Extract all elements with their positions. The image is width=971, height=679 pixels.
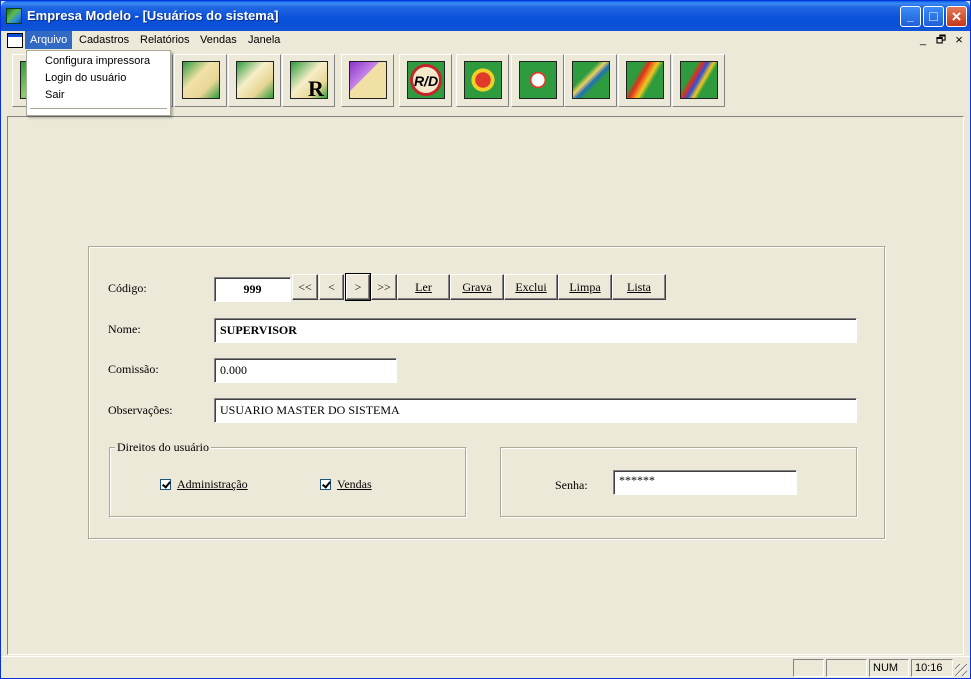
lista-label: Lista	[627, 280, 651, 294]
comissao-input[interactable]: 0.000	[214, 358, 397, 383]
maximize-button[interactable]: □	[923, 6, 944, 27]
vendas-checkbox[interactable]	[320, 479, 331, 490]
ler-button[interactable]: Ler	[397, 274, 450, 300]
codigo-label: Código:	[108, 281, 147, 295]
administracao-label[interactable]: Administração	[177, 477, 248, 492]
document-edit-icon	[182, 61, 220, 99]
tool-sort-down-alt[interactable]	[672, 54, 725, 107]
codigo-input[interactable]: 999	[214, 277, 291, 302]
sort-down-alt-icon	[680, 61, 718, 99]
tool-home[interactable]	[511, 54, 564, 107]
menu-arquivo[interactable]: Arquivo	[25, 31, 73, 49]
mdi-close-button[interactable]: ×	[952, 33, 966, 47]
menu-configura-impressora[interactable]: Configura impressora	[45, 53, 150, 70]
menu-separator	[30, 108, 167, 109]
pen-tool-icon	[572, 61, 610, 99]
menu-login-usuario[interactable]: Login do usuário	[45, 70, 126, 87]
status-time: 10:16	[911, 659, 953, 677]
tool-report[interactable]: R	[282, 54, 335, 107]
tool-folders[interactable]	[174, 54, 227, 107]
status-num: NUM	[869, 659, 909, 677]
tool-refresh[interactable]	[456, 54, 509, 107]
mdi-restore-button[interactable]: 🗗	[934, 33, 948, 47]
exclui-label: Exclui	[515, 280, 547, 294]
menu-relatorios[interactable]: Relatórios	[135, 31, 195, 49]
senha-input[interactable]: ******	[613, 470, 797, 495]
last-record-button[interactable]: >>	[371, 274, 397, 300]
ler-label: Ler	[415, 280, 432, 294]
prev-record-button[interactable]: <	[319, 274, 344, 300]
status-pane-2	[826, 659, 867, 677]
mdi-child-icon[interactable]	[7, 33, 23, 48]
tool-calendar-grid[interactable]	[341, 54, 394, 107]
tool-pen[interactable]	[564, 54, 617, 107]
title-bar[interactable]: Empresa Modelo - [Usuários do sistema] _…	[1, 1, 970, 31]
home-icon	[519, 61, 557, 99]
lista-button[interactable]: Lista	[612, 274, 666, 300]
vendas-label[interactable]: Vendas	[337, 477, 372, 492]
tool-document-edit[interactable]	[228, 54, 281, 107]
menu-bar: Arquivo Cadastros Relatórios Vendas Jane…	[1, 31, 970, 50]
report-letter: R	[308, 76, 324, 101]
application-window: Empresa Modelo - [Usuários do sistema] _…	[0, 0, 971, 679]
resize-grip-icon[interactable]	[955, 664, 967, 676]
exclui-button[interactable]: Exclui	[504, 274, 558, 300]
grava-label: Grava	[462, 280, 492, 294]
first-record-button[interactable]: <<	[292, 274, 318, 300]
mdi-minimize-button[interactable]: _	[916, 33, 930, 47]
status-pane-1	[793, 659, 824, 677]
tool-sort-down[interactable]	[618, 54, 671, 107]
limpa-button[interactable]: Limpa	[558, 274, 612, 300]
senha-label: Senha:	[555, 478, 588, 492]
sort-down-icon	[626, 61, 664, 99]
close-button[interactable]: ×	[946, 6, 967, 27]
calendar-grid-icon	[349, 61, 387, 99]
nome-label: Nome:	[108, 322, 141, 336]
refresh-icon	[464, 61, 502, 99]
comissao-label: Comissão:	[108, 362, 159, 376]
close-icon: ×	[951, 7, 962, 26]
rd-icon: R/D	[407, 61, 445, 99]
report-icon: R	[290, 61, 328, 101]
tool-rd[interactable]: R/D	[399, 54, 452, 107]
menu-sair[interactable]: Sair	[45, 87, 65, 104]
limpa-label: Limpa	[569, 280, 601, 294]
arquivo-dropdown: Configura impressora Login do usuário Sa…	[26, 50, 171, 116]
menu-cadastros[interactable]: Cadastros	[74, 31, 134, 49]
minimize-icon: _	[907, 9, 914, 23]
nome-input[interactable]: SUPERVISOR	[214, 318, 857, 343]
maximize-icon: □	[929, 8, 938, 24]
grava-button[interactable]: Grava	[450, 274, 504, 300]
rd-label: R/D	[413, 73, 439, 89]
document-pen-icon	[236, 61, 274, 99]
menu-janela[interactable]: Janela	[243, 31, 285, 49]
menu-vendas[interactable]: Vendas	[195, 31, 242, 49]
app-icon[interactable]	[6, 8, 22, 24]
status-bar: NUM 10:16	[1, 656, 970, 678]
administracao-checkbox[interactable]	[160, 479, 171, 490]
window-title: Empresa Modelo - [Usuários do sistema]	[27, 8, 279, 23]
observacoes-label: Observações:	[108, 403, 173, 417]
next-record-button[interactable]: >	[345, 273, 371, 301]
direitos-title: Direitos do usuário	[115, 440, 211, 455]
observacoes-input[interactable]: USUARIO MASTER DO SISTEMA	[214, 398, 857, 423]
minimize-button[interactable]: _	[900, 6, 921, 27]
